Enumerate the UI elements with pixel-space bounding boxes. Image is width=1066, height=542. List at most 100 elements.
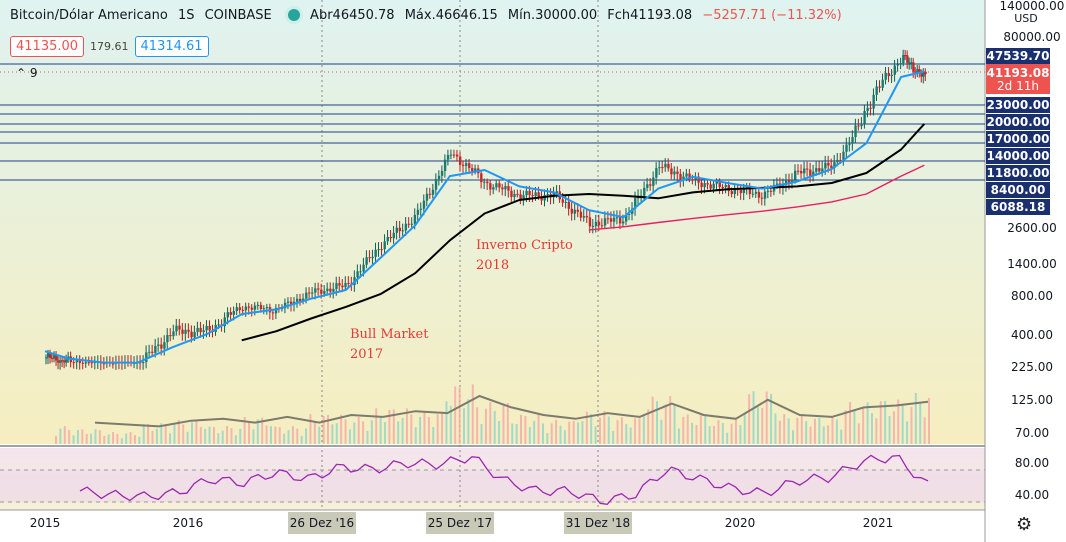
gear-icon[interactable]: ⚙ (1016, 514, 1032, 535)
candle (262, 308, 266, 310)
date-tick-label: 2021 (863, 516, 894, 530)
price-level-label: 17000.00 (986, 132, 1049, 146)
volume-bar (783, 414, 786, 444)
candle (769, 190, 773, 192)
sell-button[interactable]: 41135.00 (10, 36, 85, 57)
candle (899, 63, 903, 65)
volume-bar (98, 430, 101, 444)
volume-bar (862, 406, 865, 444)
date-tick-label: 2020 (725, 516, 756, 530)
volume-bar (607, 416, 610, 444)
candle (371, 256, 374, 259)
exchange-label: COINBASE (204, 8, 272, 23)
candle (709, 184, 712, 189)
volume-bar (55, 435, 57, 444)
volume-bar (515, 424, 518, 444)
candle (851, 137, 854, 144)
change-value: −5257.71 (−11.32%) (702, 8, 842, 23)
candle (458, 156, 462, 165)
candle (166, 335, 169, 343)
spread-value: 179.61 (90, 40, 129, 53)
volume-bar (537, 414, 540, 444)
volume-bar (287, 430, 290, 444)
candle (691, 179, 694, 181)
price-tick-label: 225.00 (1011, 360, 1053, 374)
symbol-title[interactable]: Bitcoin/Dólar Americano (10, 8, 168, 23)
candle (413, 214, 417, 224)
candle (380, 249, 383, 251)
candle (45, 357, 48, 359)
volume-bar (704, 415, 707, 444)
volume-bar (125, 433, 128, 444)
volume-bar (419, 416, 422, 444)
candle (311, 292, 314, 294)
candle (229, 312, 233, 315)
volume-bar (844, 410, 847, 444)
volume-bar (805, 421, 808, 444)
interval-label[interactable]: 1S (178, 8, 195, 23)
candle (857, 125, 860, 127)
volume-bar (651, 396, 654, 444)
volume-bar (221, 430, 224, 444)
volume-bar (103, 435, 106, 444)
volume-bar (199, 426, 202, 444)
volume-bar (577, 422, 580, 444)
candle (395, 227, 399, 233)
volume-bar (743, 414, 746, 444)
candle (495, 183, 498, 188)
candle (588, 217, 592, 227)
volume-bar (63, 426, 66, 444)
candle (594, 221, 598, 226)
volume-bar (695, 424, 698, 444)
candle (866, 107, 869, 112)
volume-bar (910, 406, 913, 444)
volume-bar (533, 420, 536, 444)
candle (803, 168, 806, 174)
volume-bar (90, 433, 93, 444)
candle (404, 223, 408, 231)
candle (347, 282, 350, 284)
price-tick-label: 1400.00 (1007, 257, 1057, 271)
candle (670, 168, 673, 175)
candle (818, 168, 821, 172)
volume-bar (265, 425, 268, 444)
candle (84, 362, 88, 364)
candle (341, 285, 344, 288)
volume-bar (756, 407, 759, 444)
buy-button[interactable]: 41314.61 (134, 36, 209, 57)
candle (573, 209, 577, 214)
low-label: Mín. (507, 8, 536, 23)
volume-bar (620, 417, 623, 444)
candle (492, 187, 495, 190)
candle (344, 282, 347, 288)
candle (664, 163, 667, 168)
candle (869, 107, 872, 109)
candle (582, 216, 586, 218)
candle (673, 171, 676, 175)
candle (537, 192, 540, 197)
volume-bar (173, 424, 176, 444)
candle (465, 163, 468, 166)
candle (87, 362, 91, 364)
candle (878, 86, 881, 88)
indicators-toggle[interactable]: ⌃ 9 (16, 66, 38, 80)
volume-bar (813, 418, 816, 444)
candle (655, 168, 658, 178)
volume-bar (427, 417, 430, 444)
candle (422, 200, 426, 209)
candle (643, 187, 646, 196)
volume-bar (436, 414, 439, 444)
price-chart[interactable]: 140000.0080000.002600.001400.00800.00400… (0, 0, 1066, 542)
candle (401, 230, 405, 232)
candle (809, 169, 812, 176)
candle (483, 181, 486, 183)
price-level-label: 8400.00 (991, 183, 1046, 197)
volume-bar (563, 430, 566, 444)
candle (516, 193, 519, 195)
price-level-label: 47539.70 (986, 49, 1049, 63)
candle (534, 192, 537, 196)
volume-bar (252, 429, 255, 444)
volume-bar (59, 428, 62, 444)
volume-bar (384, 422, 387, 444)
candle (902, 55, 905, 64)
